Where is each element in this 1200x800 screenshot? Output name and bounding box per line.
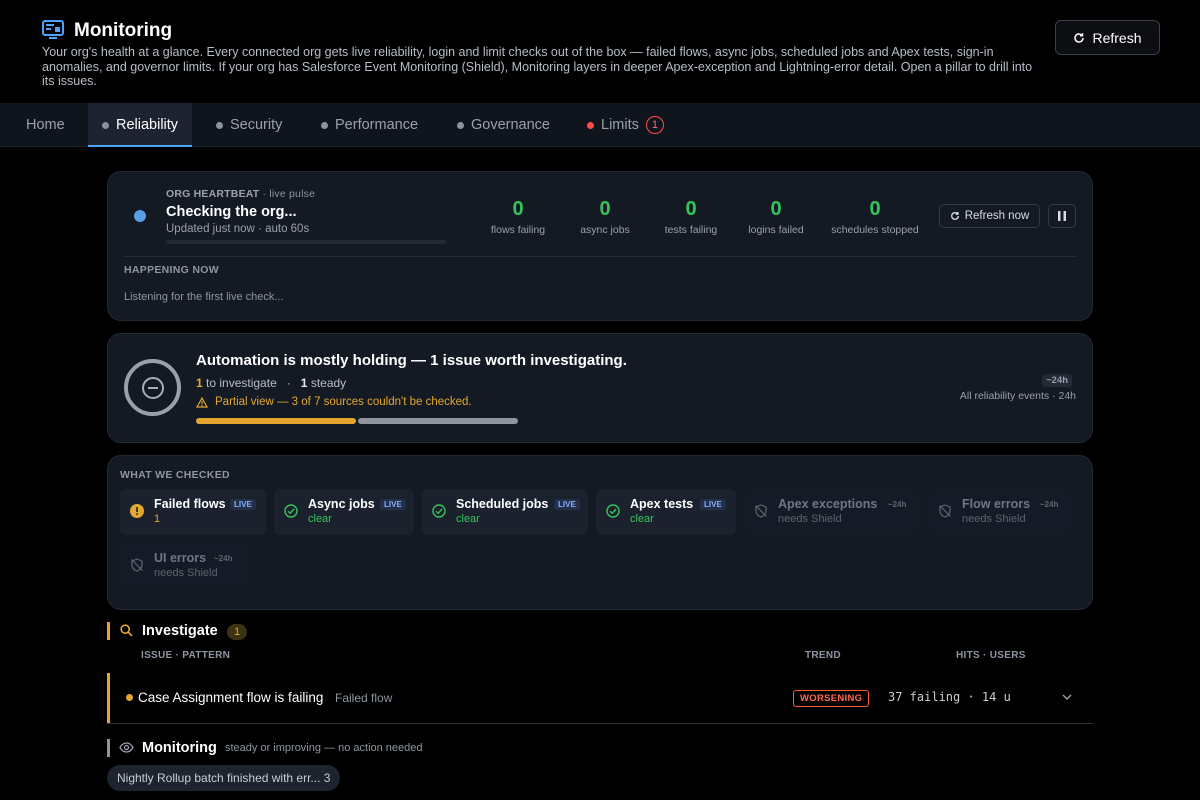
source-scheduled-jobs[interactable]: Scheduled jobs LIVE clear xyxy=(422,489,588,535)
monitor-icon xyxy=(42,20,64,39)
status-dot xyxy=(457,121,464,129)
refresh-button[interactable]: Refresh xyxy=(1055,20,1160,55)
check-icon xyxy=(284,504,298,518)
row-accent xyxy=(107,673,110,723)
status-dot xyxy=(321,121,328,129)
summary-counts: 1 to investigate · 1 steady xyxy=(196,376,347,390)
monitoring-subtitle: steady or improving — no action needed xyxy=(225,742,423,754)
trend-badge: WORSENING xyxy=(793,690,870,707)
checked-heading: WHAT WE CHECKED xyxy=(120,469,230,481)
investigate-count: 1 xyxy=(227,624,247,640)
happening-now-heading: HAPPENING NOW xyxy=(124,264,219,276)
summary-title: Automation is mostly holding — 1 issue w… xyxy=(196,352,627,369)
tab-badge: 1 xyxy=(645,116,664,134)
stat-logins-failed: 0 logins failed xyxy=(748,198,804,236)
partial-view-warning: Partial view — 3 of 7 sources couldn't b… xyxy=(196,396,472,408)
column-issue-pattern: ISSUE · PATTERN xyxy=(141,650,231,661)
reliability-summary-card: Automation is mostly holding — 1 issue w… xyxy=(107,333,1093,443)
investigate-bar xyxy=(196,418,356,424)
tab-limits[interactable]: Limits 1 xyxy=(573,103,678,147)
tab-label: Reliability xyxy=(116,117,179,133)
heartbeat-kicker: ORG HEARTBEAT · live pulse xyxy=(166,188,316,200)
tab-home[interactable]: Home xyxy=(12,103,79,147)
window-label: All reliability events · 24h xyxy=(959,390,1076,402)
section-accent xyxy=(107,739,110,757)
monitoring-title: Monitoring xyxy=(142,740,217,756)
warning-icon xyxy=(130,504,144,518)
source-failed-flows[interactable]: Failed flows LIVE 1 xyxy=(120,489,266,535)
status-dot xyxy=(216,121,223,129)
shield-off-icon xyxy=(939,504,951,518)
page-header: Monitoring Your org's health at a glance… xyxy=(0,0,1200,103)
check-icon xyxy=(432,504,446,518)
refresh-icon xyxy=(950,212,959,220)
tab-label: Limits xyxy=(601,117,639,133)
pulse-dot xyxy=(134,210,146,222)
tab-label: Performance xyxy=(335,117,419,133)
stat-async-jobs: 0 async jobs xyxy=(580,198,630,236)
pillar-tabs: Home Reliability Security Performance Go… xyxy=(0,103,1200,147)
source-apex-tests[interactable]: Apex tests LIVE clear xyxy=(596,489,736,535)
monitoring-item-chip[interactable]: Nightly Rollup batch finished with err..… xyxy=(107,765,341,791)
status-dot xyxy=(102,121,109,129)
what-we-checked-card: WHAT WE CHECKED Failed flows LIVE 1 Asyn… xyxy=(107,455,1093,610)
status-ring xyxy=(124,359,181,416)
tab-label: Governance xyxy=(471,117,550,133)
chevron-down-icon[interactable] xyxy=(1062,693,1072,701)
table-row[interactable]: Case Assignment flow is failing Failed f… xyxy=(107,673,1093,724)
heartbeat-title: Checking the org... xyxy=(166,204,297,220)
section-accent xyxy=(107,622,110,640)
tab-performance[interactable]: Performance xyxy=(307,103,432,147)
severity-dot xyxy=(126,694,133,701)
refresh-icon xyxy=(1074,32,1085,43)
shield-off-icon xyxy=(131,558,143,572)
tab-label: Home xyxy=(26,117,65,133)
minus-circle-icon xyxy=(141,376,164,399)
tab-security[interactable]: Security xyxy=(202,103,296,147)
hits-users: 37 failing · 14 users xyxy=(888,690,1010,704)
source-async-jobs[interactable]: Async jobs LIVE clear xyxy=(274,489,414,535)
investigate-title: Investigate xyxy=(142,623,218,639)
org-heartbeat-card: ORG HEARTBEAT · live pulse Checking the … xyxy=(107,171,1093,321)
shield-off-icon xyxy=(755,504,767,518)
refresh-button-label: Refresh xyxy=(1092,29,1142,46)
issue-name: Case Assignment flow is failing xyxy=(138,690,324,705)
search-icon xyxy=(120,624,133,637)
heartbeat-subtitle: Updated just now · auto 60s xyxy=(166,223,310,235)
pause-icon xyxy=(1058,211,1066,221)
refresh-now-button[interactable]: Refresh now xyxy=(939,204,1040,228)
warning-triangle-icon xyxy=(196,396,208,408)
tab-reliability[interactable]: Reliability xyxy=(88,103,193,147)
source-apex-exceptions[interactable]: Apex exceptions ~24h needs Shield xyxy=(744,489,920,535)
heartbeat-progress xyxy=(166,240,446,244)
steady-bar xyxy=(358,418,518,424)
stat-schedules-stopped: 0 schedules stopped xyxy=(831,198,919,236)
pause-button[interactable] xyxy=(1048,204,1076,228)
page-description: Your org's health at a glance. Every con… xyxy=(42,45,1033,88)
investigate-section-header: Investigate 1 xyxy=(107,622,1093,642)
issue-pattern: Failed flow xyxy=(335,691,393,705)
source-ui-errors[interactable]: UI errors ~24h needs Shield xyxy=(120,543,250,589)
happening-now-text: Listening for the first live check... xyxy=(124,291,284,303)
window-pill: ~24h xyxy=(1042,374,1072,387)
stat-flows-failing: 0 flows failing xyxy=(490,198,546,236)
divider xyxy=(124,256,1076,257)
status-dot xyxy=(587,121,594,129)
source-flow-errors[interactable]: Flow errors ~24h needs Shield xyxy=(928,489,1072,535)
page-title: Monitoring xyxy=(74,20,173,41)
tab-label: Security xyxy=(230,117,283,133)
eye-icon xyxy=(119,742,134,753)
column-hits-users: HITS · USERS xyxy=(956,650,1026,661)
tab-governance[interactable]: Governance xyxy=(443,103,564,147)
refresh-now-label: Refresh now xyxy=(964,210,1030,222)
stat-tests-failing: 0 tests failing xyxy=(664,198,718,236)
column-trend: TREND xyxy=(805,650,841,661)
check-icon xyxy=(606,504,620,518)
monitoring-section-header: Monitoring steady or improving — no acti… xyxy=(107,739,1093,759)
